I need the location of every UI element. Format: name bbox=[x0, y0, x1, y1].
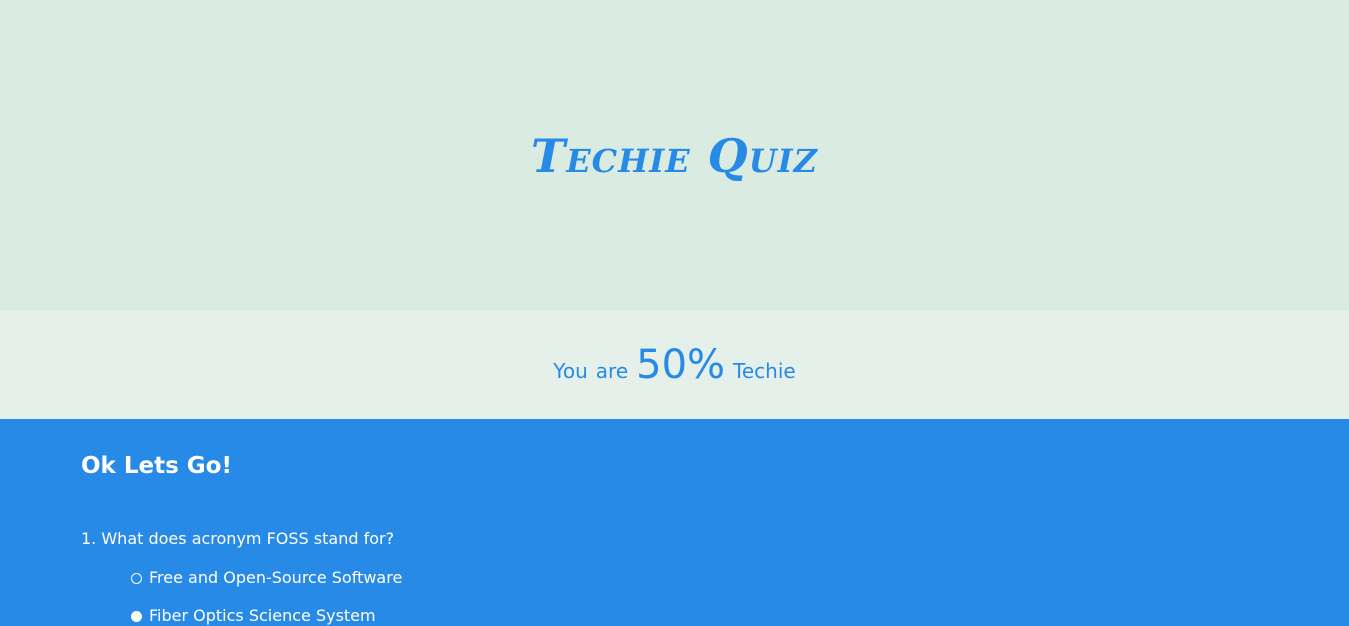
question-text: 1. What does acronym FOSS stand for? bbox=[81, 529, 395, 548]
quiz-heading: Ok Lets Go! bbox=[81, 453, 232, 479]
radio-button-unselected[interactable] bbox=[131, 572, 142, 584]
hero-banner: Techie Quiz bbox=[0, 0, 1349, 310]
answer-option-label: Free and Open-Source Software bbox=[149, 568, 403, 587]
quiz-section: Ok Lets Go! 1. What does acronym FOSS st… bbox=[0, 419, 1349, 625]
score-suffix: Techie bbox=[733, 359, 796, 383]
score-prefix-you: You bbox=[553, 359, 588, 383]
score-value: 50% bbox=[636, 342, 726, 388]
score-summary: You are 50% Techie bbox=[0, 340, 1349, 398]
answer-option-label: Fiber Optics Science System bbox=[149, 606, 376, 625]
answer-option-1[interactable]: Free and Open-Source Software bbox=[131, 568, 402, 588]
answer-option-2[interactable]: Fiber Optics Science System bbox=[131, 606, 376, 626]
score-prefix-are: are bbox=[595, 359, 629, 383]
page-title: Techie Quiz bbox=[530, 129, 818, 183]
radio-button-selected[interactable] bbox=[131, 610, 142, 622]
